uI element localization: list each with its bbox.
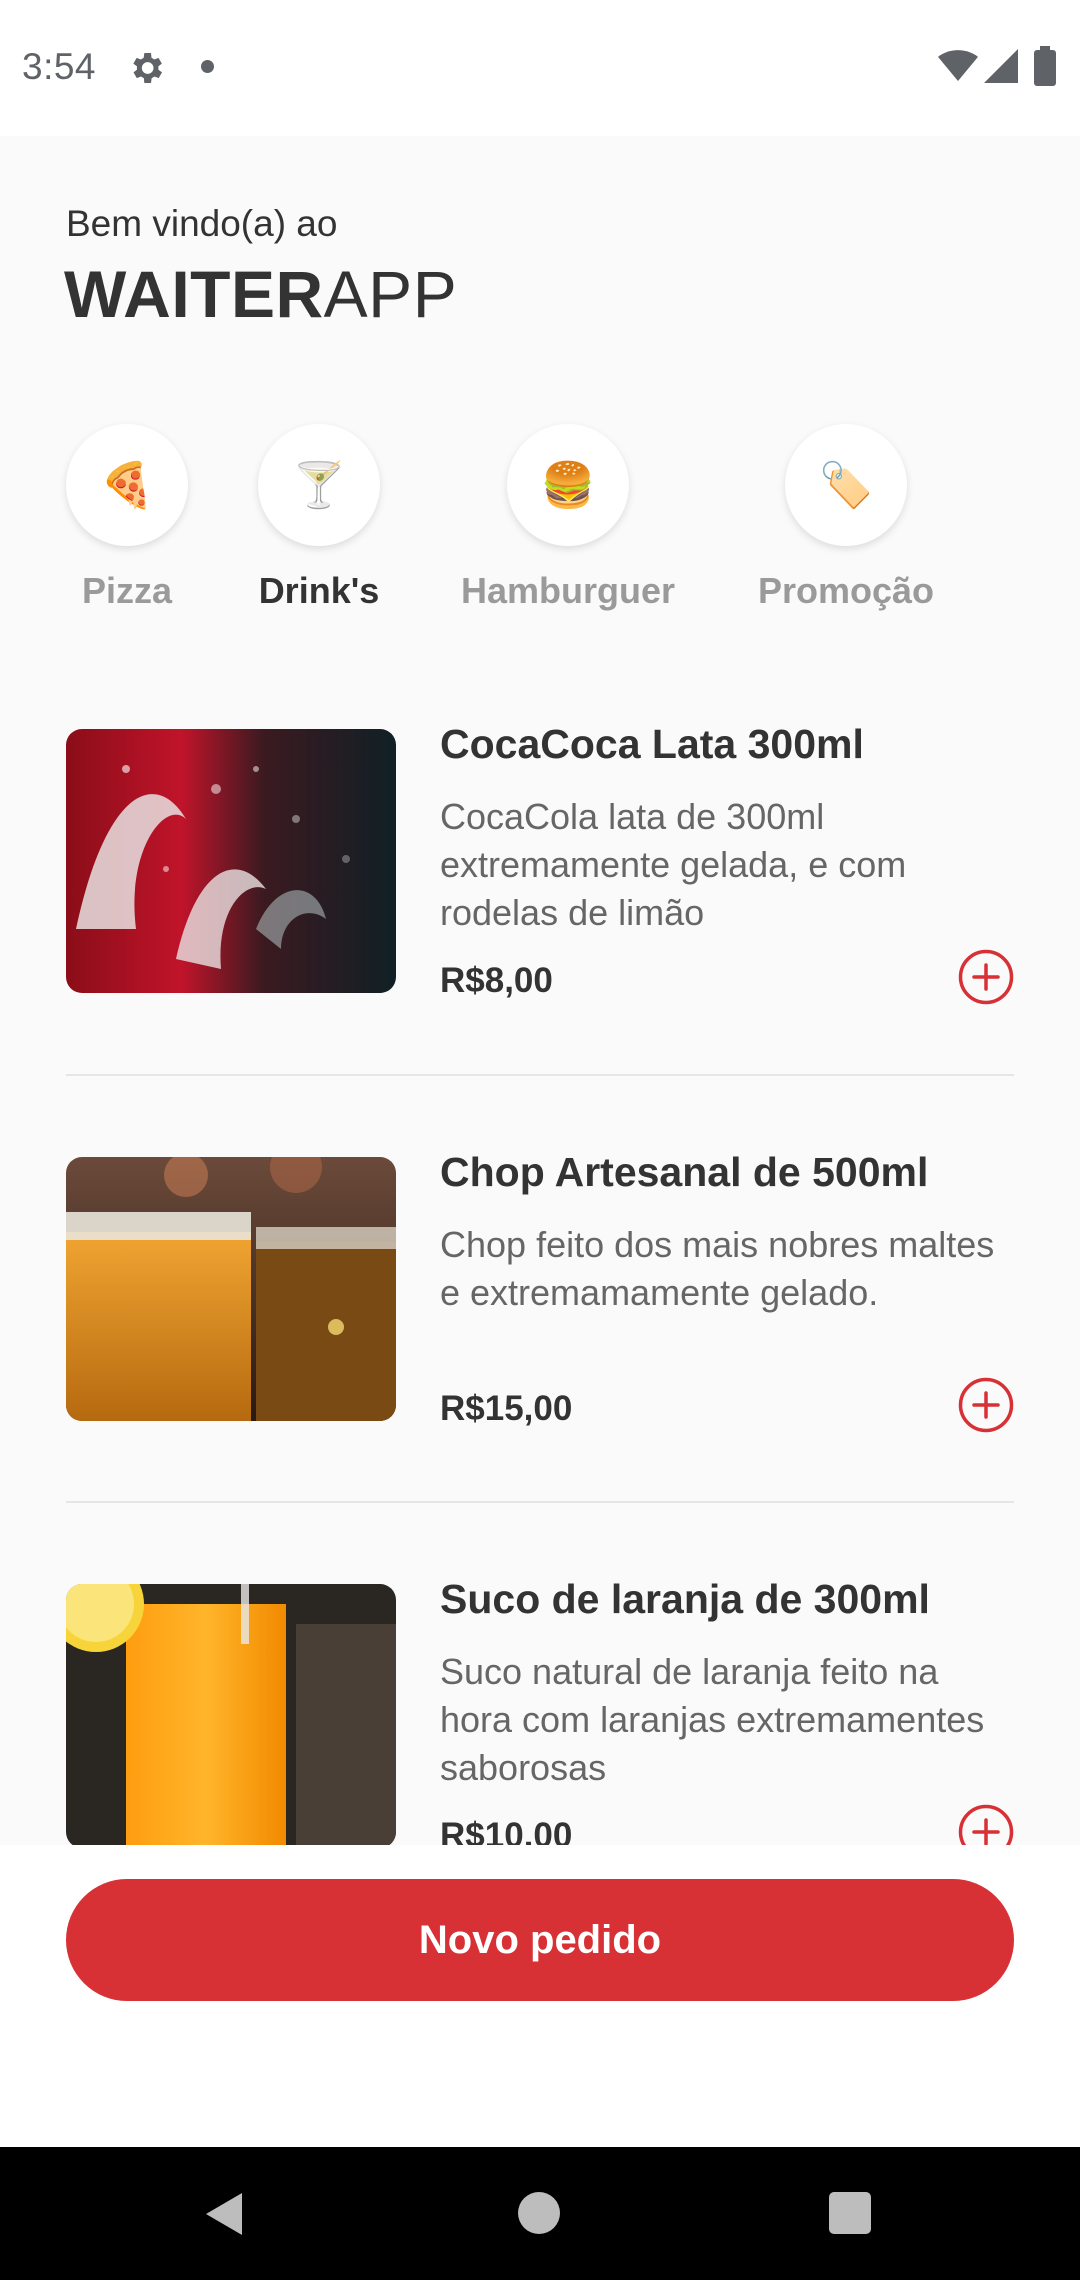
category-pizza[interactable]: 🍕 Pizza [66, 424, 188, 612]
hamburger-icon: 🍔 [507, 424, 629, 546]
add-to-cart-icon[interactable] [958, 949, 1014, 1005]
product-name: Chop Artesanal de 500ml [440, 1149, 929, 1195]
divider [66, 1074, 1014, 1076]
category-label: Drink's [258, 570, 380, 611]
category-label: Promoção [757, 570, 935, 611]
app-title-bold: WAITER [64, 257, 324, 331]
wifi-icon [938, 50, 978, 81]
product-item[interactable]: Chop Artesanal de 500ml Chop feito dos m… [66, 1149, 1014, 1457]
status-time: 3:54 [22, 46, 97, 87]
footer: Novo pedido [0, 1845, 1080, 2147]
product-price: R$8,00 [440, 961, 553, 1000]
battery-icon [1034, 46, 1056, 86]
welcome-text: Bem vindo(a) ao [66, 203, 338, 244]
home-icon[interactable] [518, 2192, 560, 2234]
product-item[interactable]: CocaCoca Lata 300ml CocaCola lata de 300… [66, 721, 1014, 1029]
app-title-light: APP [323, 257, 458, 331]
cocktail-icon: 🍸 [258, 424, 380, 546]
product-image-beer [66, 1157, 396, 1421]
new-order-button[interactable]: Novo pedido [66, 1879, 1014, 2001]
add-to-cart-icon[interactable] [958, 1377, 1014, 1433]
cell-signal-icon [984, 49, 1018, 83]
category-hamburguer[interactable]: 🍔 Hamburguer [461, 424, 675, 612]
product-description: CocaCola lata de 300ml extremamente gela… [440, 796, 907, 933]
divider [66, 1501, 1014, 1503]
pizza-icon: 🍕 [66, 424, 188, 546]
product-description: Suco natural de laranja feito na hora co… [440, 1651, 985, 1788]
recents-icon[interactable] [829, 2192, 871, 2234]
product-item[interactable]: Suco de laranja de 300ml Suco natural de… [66, 1576, 1014, 1884]
category-promocao[interactable]: 🏷️ Promoção [758, 424, 934, 612]
product-image-coca-cola [66, 729, 396, 993]
status-bar: 3:54 [0, 0, 1080, 136]
back-icon[interactable] [202, 2191, 246, 2237]
category-drinks[interactable]: 🍸 Drink's [258, 424, 380, 612]
category-label: Hamburguer [460, 570, 676, 611]
category-label: Pizza [81, 570, 173, 611]
product-name: Suco de laranja de 300ml [440, 1576, 930, 1622]
gear-icon [133, 53, 162, 83]
product-price: R$15,00 [440, 1389, 573, 1428]
product-name: CocaCoca Lata 300ml [440, 721, 864, 767]
product-description: Chop feito dos mais nobres maltes e extr… [440, 1224, 995, 1313]
notification-dot-icon [201, 60, 214, 73]
system-nav-bar [0, 2147, 1080, 2280]
product-image-orange-juice [66, 1584, 396, 1848]
app-title: WAITERAPP [64, 256, 457, 332]
price-tag-icon: 🏷️ [785, 424, 907, 546]
